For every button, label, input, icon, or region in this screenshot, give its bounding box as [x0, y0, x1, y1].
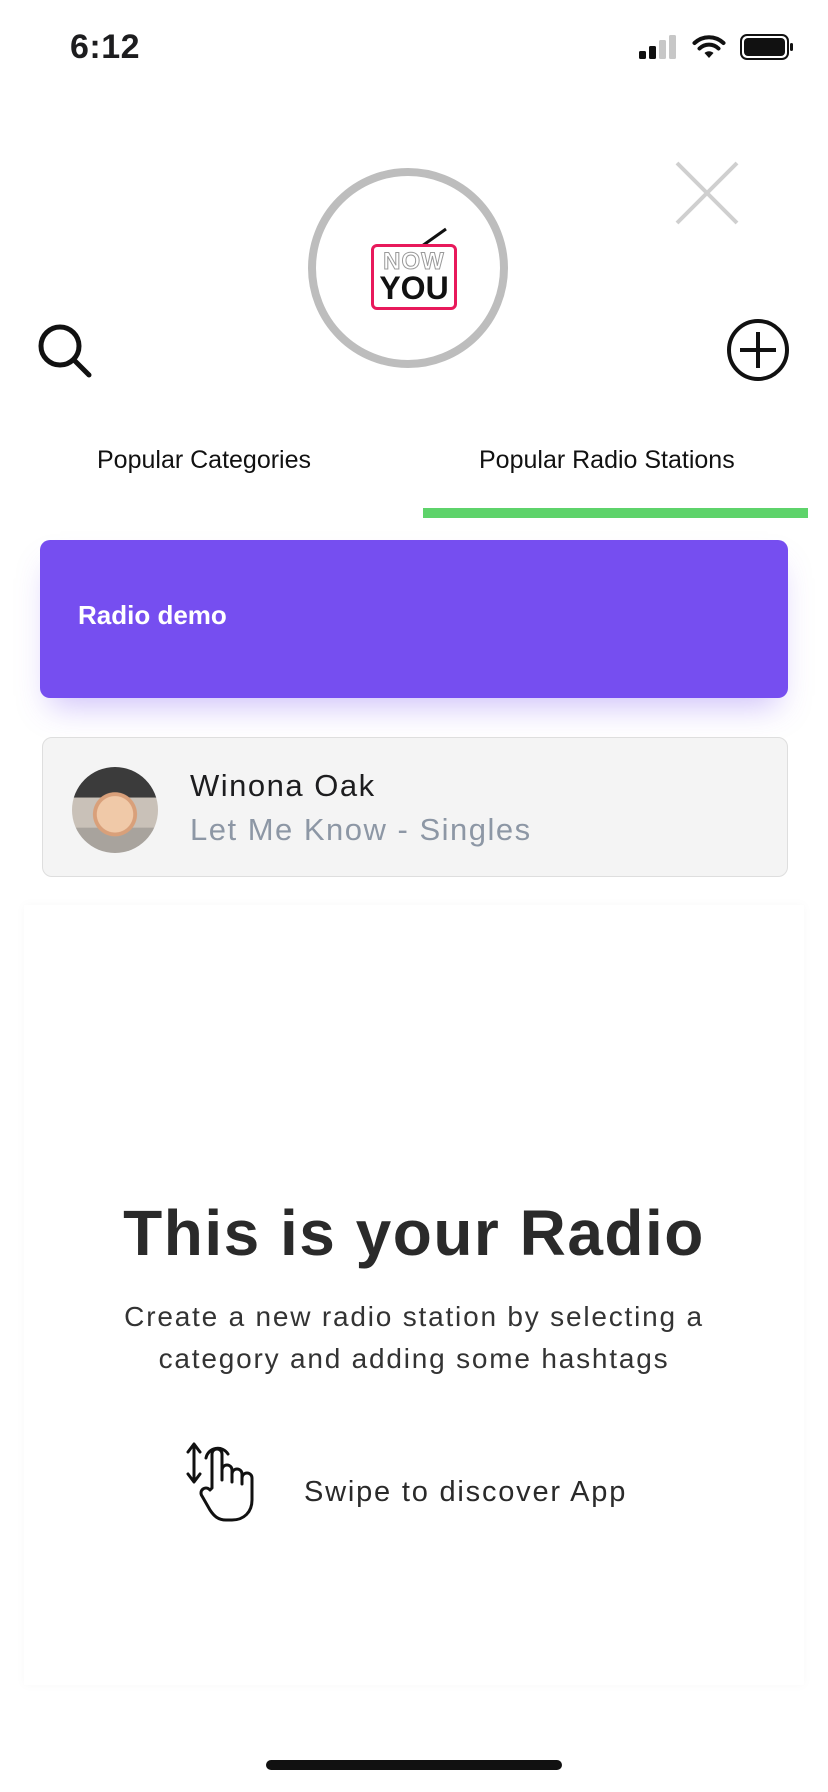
- active-tab-indicator: [423, 508, 808, 518]
- track-subtitle: Let Me Know - Singles: [190, 812, 532, 847]
- plus-circle-icon: [727, 319, 789, 381]
- radio-demo-title: Radio demo: [78, 600, 227, 630]
- close-button[interactable]: [672, 158, 742, 228]
- search-button[interactable]: [36, 322, 94, 380]
- signal-icon: [639, 35, 676, 59]
- logo-line2: YOU: [379, 270, 449, 306]
- artist-avatar: [72, 767, 158, 853]
- tab-popular-categories[interactable]: Popular Categories: [97, 446, 311, 475]
- home-indicator[interactable]: [266, 1760, 562, 1770]
- add-station-button[interactable]: [726, 318, 790, 382]
- onboarding-headline: This is your Radio: [123, 1197, 705, 1269]
- search-icon: [38, 324, 92, 378]
- tab-popular-radio-stations[interactable]: Popular Radio Stations: [479, 446, 735, 475]
- artist-name: Winona Oak: [190, 768, 376, 803]
- app-logo: NOW YOU: [371, 244, 457, 310]
- onboarding-panel: [24, 905, 804, 1685]
- status-icons: [638, 34, 794, 60]
- swipe-to-discover-label[interactable]: Swipe to discover App: [304, 1476, 627, 1509]
- swipe-hand-icon: [186, 1442, 254, 1522]
- status-time: 6:12: [70, 28, 141, 66]
- onboarding-description: Create a new radio station by selecting …: [124, 1301, 704, 1374]
- close-icon: [675, 161, 739, 225]
- battery-icon: [740, 34, 793, 60]
- wifi-icon: [692, 35, 726, 58]
